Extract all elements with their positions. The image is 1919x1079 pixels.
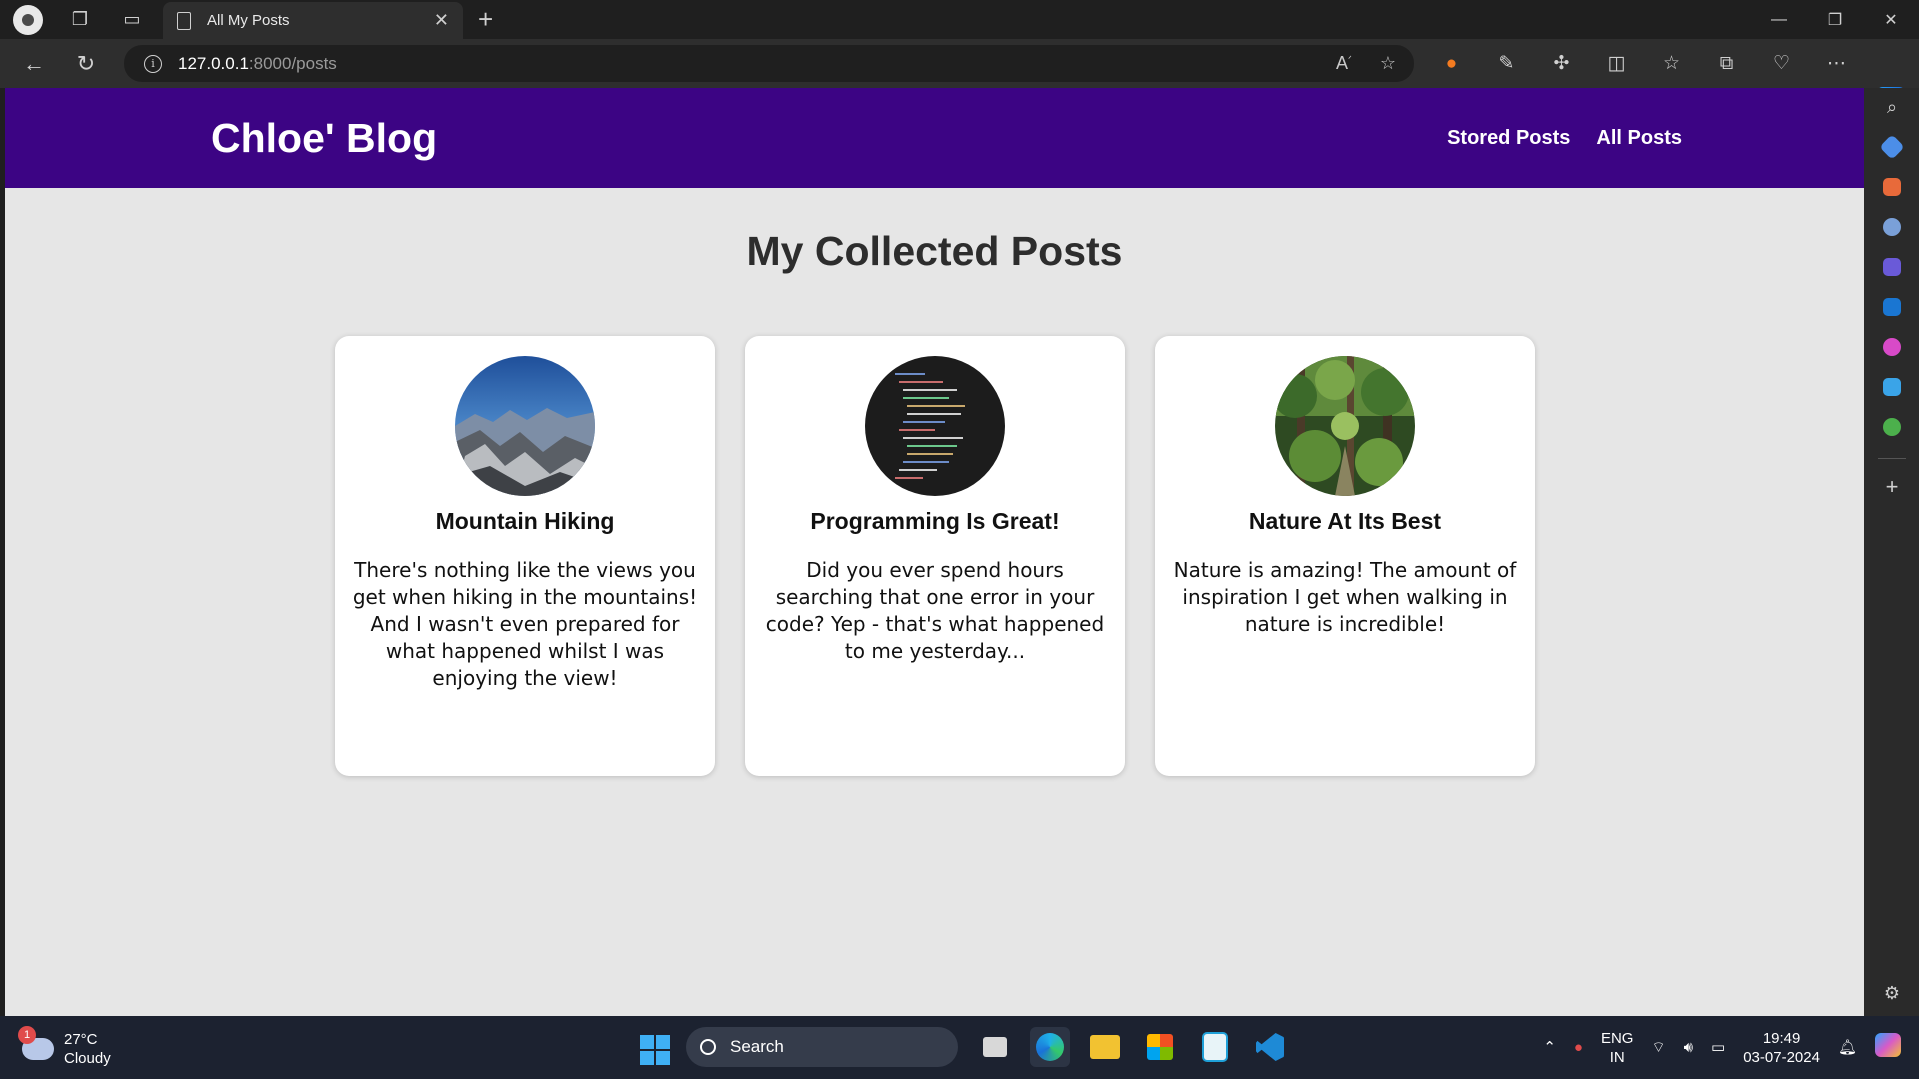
post-excerpt: There's nothing like the views you get w…	[352, 558, 698, 690]
mountain-image	[455, 356, 595, 496]
favorites-icon[interactable]: ☆	[1644, 52, 1699, 75]
site-nav: Stored Posts All Posts	[1447, 127, 1682, 150]
sidebar-tools-icon[interactable]	[1881, 176, 1903, 198]
language-indicator[interactable]: ENG IN	[1601, 1029, 1634, 1067]
browser-toolbar: ← ↻ i 127.0.0.1:8000/posts Aᐟ ☆ ● ✎ ✣ ◫ …	[0, 39, 1919, 115]
post-card[interactable]: Nature At Its Best Nature is amazing! Th…	[1155, 336, 1535, 776]
minimize-button[interactable]: —	[1751, 0, 1807, 39]
post-list: Mountain Hiking There's nothing like the…	[335, 336, 1535, 776]
post-card[interactable]: Mountain Hiking There's nothing like the…	[335, 336, 715, 776]
vscode-icon[interactable]	[1250, 1027, 1290, 1067]
sidebar-settings-icon[interactable]: ⚙	[1881, 982, 1903, 1004]
url-host: 127.0.0.1	[178, 53, 249, 73]
file-explorer-icon[interactable]	[1085, 1027, 1125, 1067]
post-title[interactable]: Mountain Hiking	[335, 508, 715, 535]
notifications-icon[interactable]: 🔔︎	[1838, 1038, 1857, 1057]
workspaces-icon[interactable]: ❐	[54, 0, 106, 39]
extension-orange-icon[interactable]: ●	[1424, 53, 1479, 75]
close-tab-icon[interactable]: ✕	[434, 10, 449, 31]
sidebar-outlook-icon[interactable]	[1881, 296, 1903, 318]
sidebar-shopping-icon[interactable]	[1879, 134, 1905, 160]
browser-tabbar: ❐ ▭ All My Posts ✕ + — ❐ ✕	[0, 0, 1919, 39]
site-header: Chloe' Blog Stored Posts All Posts	[5, 88, 1864, 188]
back-button[interactable]: ←	[8, 51, 60, 77]
post-title[interactable]: Programming Is Great!	[745, 508, 1125, 535]
clock[interactable]: 19:49 03-07-2024	[1743, 1029, 1820, 1067]
vertical-tabs-icon[interactable]: ▭	[106, 0, 158, 39]
window-controls: — ❐ ✕	[1751, 0, 1919, 39]
cloudy-weather-icon: 1	[18, 1026, 54, 1060]
post-excerpt: Did you ever spend hours searching that …	[765, 558, 1105, 663]
show-hidden-icons[interactable]: ⌃	[1543, 1038, 1556, 1057]
wifi-icon[interactable]: ⌔	[1651, 1038, 1665, 1057]
code-image	[865, 356, 1005, 496]
start-button[interactable]	[640, 1035, 670, 1065]
task-view-icon[interactable]	[975, 1027, 1015, 1067]
new-tab-button[interactable]: +	[478, 4, 493, 35]
site-info-icon[interactable]: i	[144, 54, 162, 73]
post-title[interactable]: Nature At Its Best	[1155, 508, 1535, 535]
nav-all-posts-link[interactable]: All Posts	[1596, 127, 1682, 150]
taskbar-apps	[975, 1027, 1290, 1067]
volume-icon[interactable]: 🔊︎	[1684, 1038, 1693, 1057]
collections-icon[interactable]: ⧉	[1699, 53, 1754, 75]
clock-time: 19:49	[1762, 1029, 1801, 1047]
post-card[interactable]: Programming Is Great! Did you ever spend…	[745, 336, 1125, 776]
notepad-app-icon[interactable]	[1195, 1027, 1235, 1067]
sidebar-add-icon[interactable]: +	[1881, 474, 1903, 499]
language-code: ENG	[1600, 1029, 1634, 1047]
forest-image	[1275, 356, 1415, 496]
sidebar-designer-icon[interactable]	[1881, 336, 1903, 358]
sidebar-search-icon[interactable]: ⌕	[1881, 96, 1903, 118]
copilot-taskbar-icon[interactable]	[1875, 1033, 1901, 1062]
site-title[interactable]: Chloe' Blog	[211, 115, 437, 162]
weather-description: Cloudy	[64, 1050, 111, 1067]
web-page: Chloe' Blog Stored Posts All Posts My Co…	[5, 88, 1864, 1016]
search-icon	[700, 1039, 716, 1055]
search-label: Search	[730, 1037, 784, 1056]
edge-sidebar: ⌕ + ⚙	[1864, 88, 1919, 1016]
weather-widget[interactable]: 1 27°C Cloudy	[18, 1026, 111, 1068]
nav-stored-posts-link[interactable]: Stored Posts	[1447, 127, 1570, 150]
sidebar-tree-icon[interactable]	[1881, 416, 1903, 438]
taskbar-search[interactable]: Search	[686, 1027, 958, 1067]
page-icon	[177, 11, 191, 30]
restore-button[interactable]: ❐	[1807, 0, 1863, 39]
windows-taskbar: 1 27°C Cloudy Search ⌃ ● ENG IN ⌔ 🔊︎ ▭ 1…	[0, 1016, 1919, 1079]
profile-button[interactable]	[2, 0, 54, 39]
profile-icon	[13, 4, 43, 35]
url-path: :8000/posts	[248, 53, 337, 73]
close-window-button[interactable]: ✕	[1863, 0, 1919, 39]
browser-essentials-icon[interactable]: ♡	[1754, 52, 1809, 75]
sidebar-send-icon[interactable]	[1881, 376, 1903, 398]
network-status-icon[interactable]: ●	[1574, 1038, 1583, 1057]
favorite-star-icon[interactable]: ☆	[1380, 53, 1396, 74]
clock-date: 03-07-2024	[1743, 1048, 1820, 1066]
weather-badge: 1	[18, 1026, 36, 1044]
read-aloud-icon[interactable]: Aᐟ	[1336, 53, 1352, 74]
post-excerpt: Nature is amazing! The amount of inspira…	[1173, 558, 1517, 636]
sidebar-copilot-icon[interactable]	[1881, 256, 1903, 278]
battery-icon[interactable]: ▭	[1711, 1038, 1725, 1057]
language-region: IN	[1609, 1048, 1625, 1066]
extensions-icon[interactable]: ✣	[1534, 52, 1589, 75]
microsoft-store-icon[interactable]	[1140, 1027, 1180, 1067]
weather-temperature: 27°C	[64, 1031, 98, 1048]
more-options-icon[interactable]: ⋯	[1809, 52, 1864, 75]
edge-app-icon[interactable]	[1030, 1027, 1070, 1067]
address-bar[interactable]: i 127.0.0.1:8000/posts Aᐟ ☆	[124, 45, 1414, 82]
tab-title: All My Posts	[207, 12, 290, 29]
sidebar-games-icon[interactable]	[1881, 216, 1903, 238]
eyedropper-icon[interactable]: ✎	[1479, 52, 1534, 75]
split-screen-icon[interactable]: ◫	[1589, 52, 1644, 75]
system-tray: ⌃ ● ENG IN ⌔ 🔊︎ ▭ 19:49 03-07-2024 🔔︎	[1543, 1016, 1919, 1079]
tab-all-my-posts[interactable]: All My Posts ✕	[163, 2, 463, 39]
page-heading: My Collected Posts	[746, 228, 1123, 274]
refresh-button[interactable]: ↻	[60, 51, 112, 77]
